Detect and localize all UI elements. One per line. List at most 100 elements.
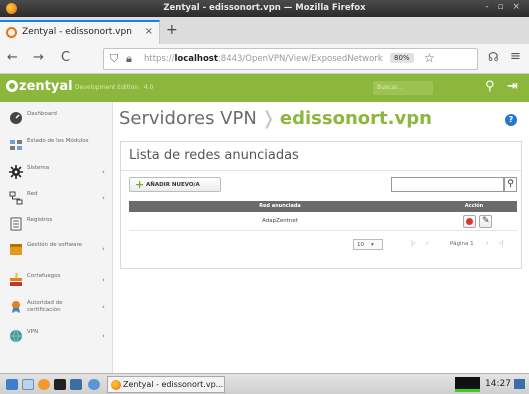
url-text[interactable]: https://localhost:8443/OpenVPN/View/Expo… bbox=[144, 54, 384, 64]
next-page-button[interactable]: › bbox=[486, 240, 488, 247]
tab-bar: Zentyal - edissonort.vpn × + bbox=[0, 17, 529, 44]
app-launcher-icon[interactable] bbox=[88, 379, 100, 390]
sidebar-item-vpn[interactable]: VPN ‹ bbox=[0, 324, 113, 350]
hamburger-menu-icon[interactable]: ≡ bbox=[510, 49, 521, 64]
start-menu-icon[interactable] bbox=[6, 379, 18, 390]
sidebar-item-system[interactable]: Sistema ‹ bbox=[0, 160, 113, 186]
sidebar-item-network[interactable]: Red ‹ bbox=[0, 186, 113, 212]
divider bbox=[121, 170, 521, 171]
network-icon bbox=[9, 191, 23, 205]
breadcrumb-separator: ❭ bbox=[260, 108, 276, 129]
add-new-button[interactable]: + AÑADIR NUEVO/A bbox=[129, 177, 221, 192]
firefox-icon bbox=[111, 380, 121, 390]
firewall-icon bbox=[10, 273, 22, 286]
table-row: AdapZentnet ✎ bbox=[129, 213, 517, 231]
zentyal-logo[interactable]: zentyal bbox=[6, 79, 73, 94]
dashboard-icon bbox=[10, 112, 22, 124]
file-manager-icon[interactable] bbox=[22, 379, 34, 390]
sidebar-item-label: Sistema bbox=[27, 165, 50, 171]
page-size-select[interactable]: 10 ▾ bbox=[353, 239, 383, 250]
gear-icon bbox=[9, 165, 23, 179]
last-page-button[interactable]: ›| bbox=[499, 240, 503, 247]
advertised-networks-panel: Lista de redes anunciadas + AÑADIR NUEVO… bbox=[120, 141, 522, 269]
sidebar-item-label: Red bbox=[27, 191, 38, 197]
url-bar[interactable]: ⛉ 🔒︎ https://localhost:8443/OpenVPN/View… bbox=[103, 48, 478, 70]
task-label: Zentyal - edissonort.vp... bbox=[123, 380, 224, 389]
tab-close-icon[interactable]: × bbox=[145, 26, 153, 37]
show-desktop-icon[interactable] bbox=[70, 379, 82, 390]
back-button[interactable]: ← bbox=[7, 50, 18, 65]
zoom-level-badge[interactable]: 80% bbox=[390, 53, 414, 63]
tab-title: Zentyal - edissonort.vpn bbox=[22, 27, 132, 37]
forward-button[interactable]: → bbox=[33, 50, 44, 65]
sidebar-item-software[interactable]: Gestión de software ‹ bbox=[0, 237, 113, 263]
breadcrumb-current: edissonort.vpn bbox=[279, 108, 432, 129]
certificate-icon bbox=[12, 301, 20, 313]
logs-icon bbox=[10, 217, 22, 231]
chevron-left-icon: ‹ bbox=[102, 332, 105, 340]
clock[interactable]: 14:27 bbox=[485, 379, 511, 389]
sidebar-item-label: Estado de los Módulos bbox=[27, 138, 89, 144]
window-titlebar: Zentyal - edissonort.vpn — Mozilla Firef… bbox=[0, 0, 529, 17]
sidebar-item-label: Registros bbox=[27, 217, 53, 223]
column-header-action: Acción bbox=[464, 203, 484, 209]
page-indicator: Página 1 bbox=[450, 241, 474, 247]
zentyal-favicon-icon bbox=[6, 27, 17, 38]
search-icon[interactable]: ⚲ bbox=[485, 79, 495, 94]
add-new-label: AÑADIR NUEVO/A bbox=[146, 182, 200, 188]
breadcrumb-parent[interactable]: Servidores VPN bbox=[119, 108, 257, 129]
edition-label: Development Edition 4.0 bbox=[75, 84, 154, 91]
plus-icon: + bbox=[135, 178, 145, 191]
search-icon[interactable]: ⚲ bbox=[504, 177, 517, 192]
sidebar-item-label: VPN bbox=[27, 329, 39, 335]
sidebar-item-logs[interactable]: Registros bbox=[0, 212, 113, 238]
sidebar-item-certificate-authority[interactable]: Autoridad de certificación ‹ bbox=[0, 295, 113, 321]
app-header: zentyal Development Edition 4.0 Buscar..… bbox=[0, 74, 529, 102]
help-icon[interactable]: ? bbox=[505, 114, 517, 126]
pocket-icon[interactable]: ☊ bbox=[488, 50, 499, 64]
desktop-icon[interactable] bbox=[514, 379, 525, 389]
bookmark-star-icon[interactable]: ☆ bbox=[424, 51, 435, 65]
shield-icon[interactable]: ⛉ bbox=[110, 52, 118, 66]
prev-page-button[interactable]: ‹ bbox=[426, 240, 428, 247]
cpu-monitor bbox=[455, 377, 480, 392]
chevron-left-icon: ‹ bbox=[102, 303, 105, 311]
window-controls[interactable]: - ▫ × bbox=[485, 2, 523, 12]
terminal-icon[interactable] bbox=[54, 379, 66, 390]
panel-title: Lista de redes anunciadas bbox=[129, 148, 299, 163]
delete-button[interactable] bbox=[463, 215, 476, 228]
column-header-network: Red anunciada bbox=[259, 203, 301, 209]
window-title: Zentyal - edissonort.vpn — Mozilla Firef… bbox=[163, 3, 366, 13]
table-header: Red anunciada Acción bbox=[129, 201, 517, 212]
sidebar-item-module-status[interactable]: Estado de los Módulos bbox=[0, 133, 113, 159]
software-icon bbox=[10, 244, 22, 255]
modules-status-icon bbox=[10, 140, 22, 150]
sidebar-item-label: Dashboard bbox=[27, 111, 57, 117]
filter-input[interactable] bbox=[391, 177, 504, 192]
first-page-button[interactable]: |‹ bbox=[411, 240, 415, 247]
logout-icon[interactable]: ⇥ bbox=[507, 79, 518, 94]
edit-button[interactable]: ✎ bbox=[479, 215, 492, 228]
chevron-left-icon: ‹ bbox=[102, 168, 105, 176]
network-cell: AdapZentnet bbox=[262, 218, 298, 224]
sidebar: Dashboard Estado de los Módulos Sistema … bbox=[0, 102, 113, 373]
sidebar-item-dashboard[interactable]: Dashboard bbox=[0, 106, 113, 132]
sidebar-item-firewall[interactable]: Cortafuegos ‹ bbox=[0, 268, 113, 294]
search-input[interactable]: Buscar... bbox=[373, 81, 433, 95]
reload-button[interactable]: C bbox=[61, 50, 70, 65]
delete-icon bbox=[466, 218, 473, 225]
page-title: Servidores VPN ❭ edissonort.vpn bbox=[119, 108, 432, 129]
sidebar-item-label: Cortafuegos bbox=[27, 273, 61, 279]
taskbar-task-firefox[interactable]: Zentyal - edissonort.vp... bbox=[107, 376, 225, 393]
sidebar-item-label: Gestión de software bbox=[27, 242, 83, 248]
taskbar: Zentyal - edissonort.vp... 14:27 bbox=[0, 373, 529, 394]
pencil-icon: ✎ bbox=[482, 216, 490, 226]
lock-icon[interactable]: 🔒︎ bbox=[126, 52, 132, 66]
browser-tab[interactable]: Zentyal - edissonort.vpn × bbox=[0, 20, 160, 44]
new-tab-button[interactable]: + bbox=[166, 22, 178, 38]
main-content: Servidores VPN ❭ edissonort.vpn ? Lista de… bbox=[113, 102, 529, 373]
firefox-launcher-icon[interactable] bbox=[38, 379, 50, 390]
chevron-left-icon: ‹ bbox=[102, 194, 105, 202]
chevron-left-icon: ‹ bbox=[102, 245, 105, 253]
sidebar-item-label: Autoridad de certificación bbox=[27, 300, 63, 313]
